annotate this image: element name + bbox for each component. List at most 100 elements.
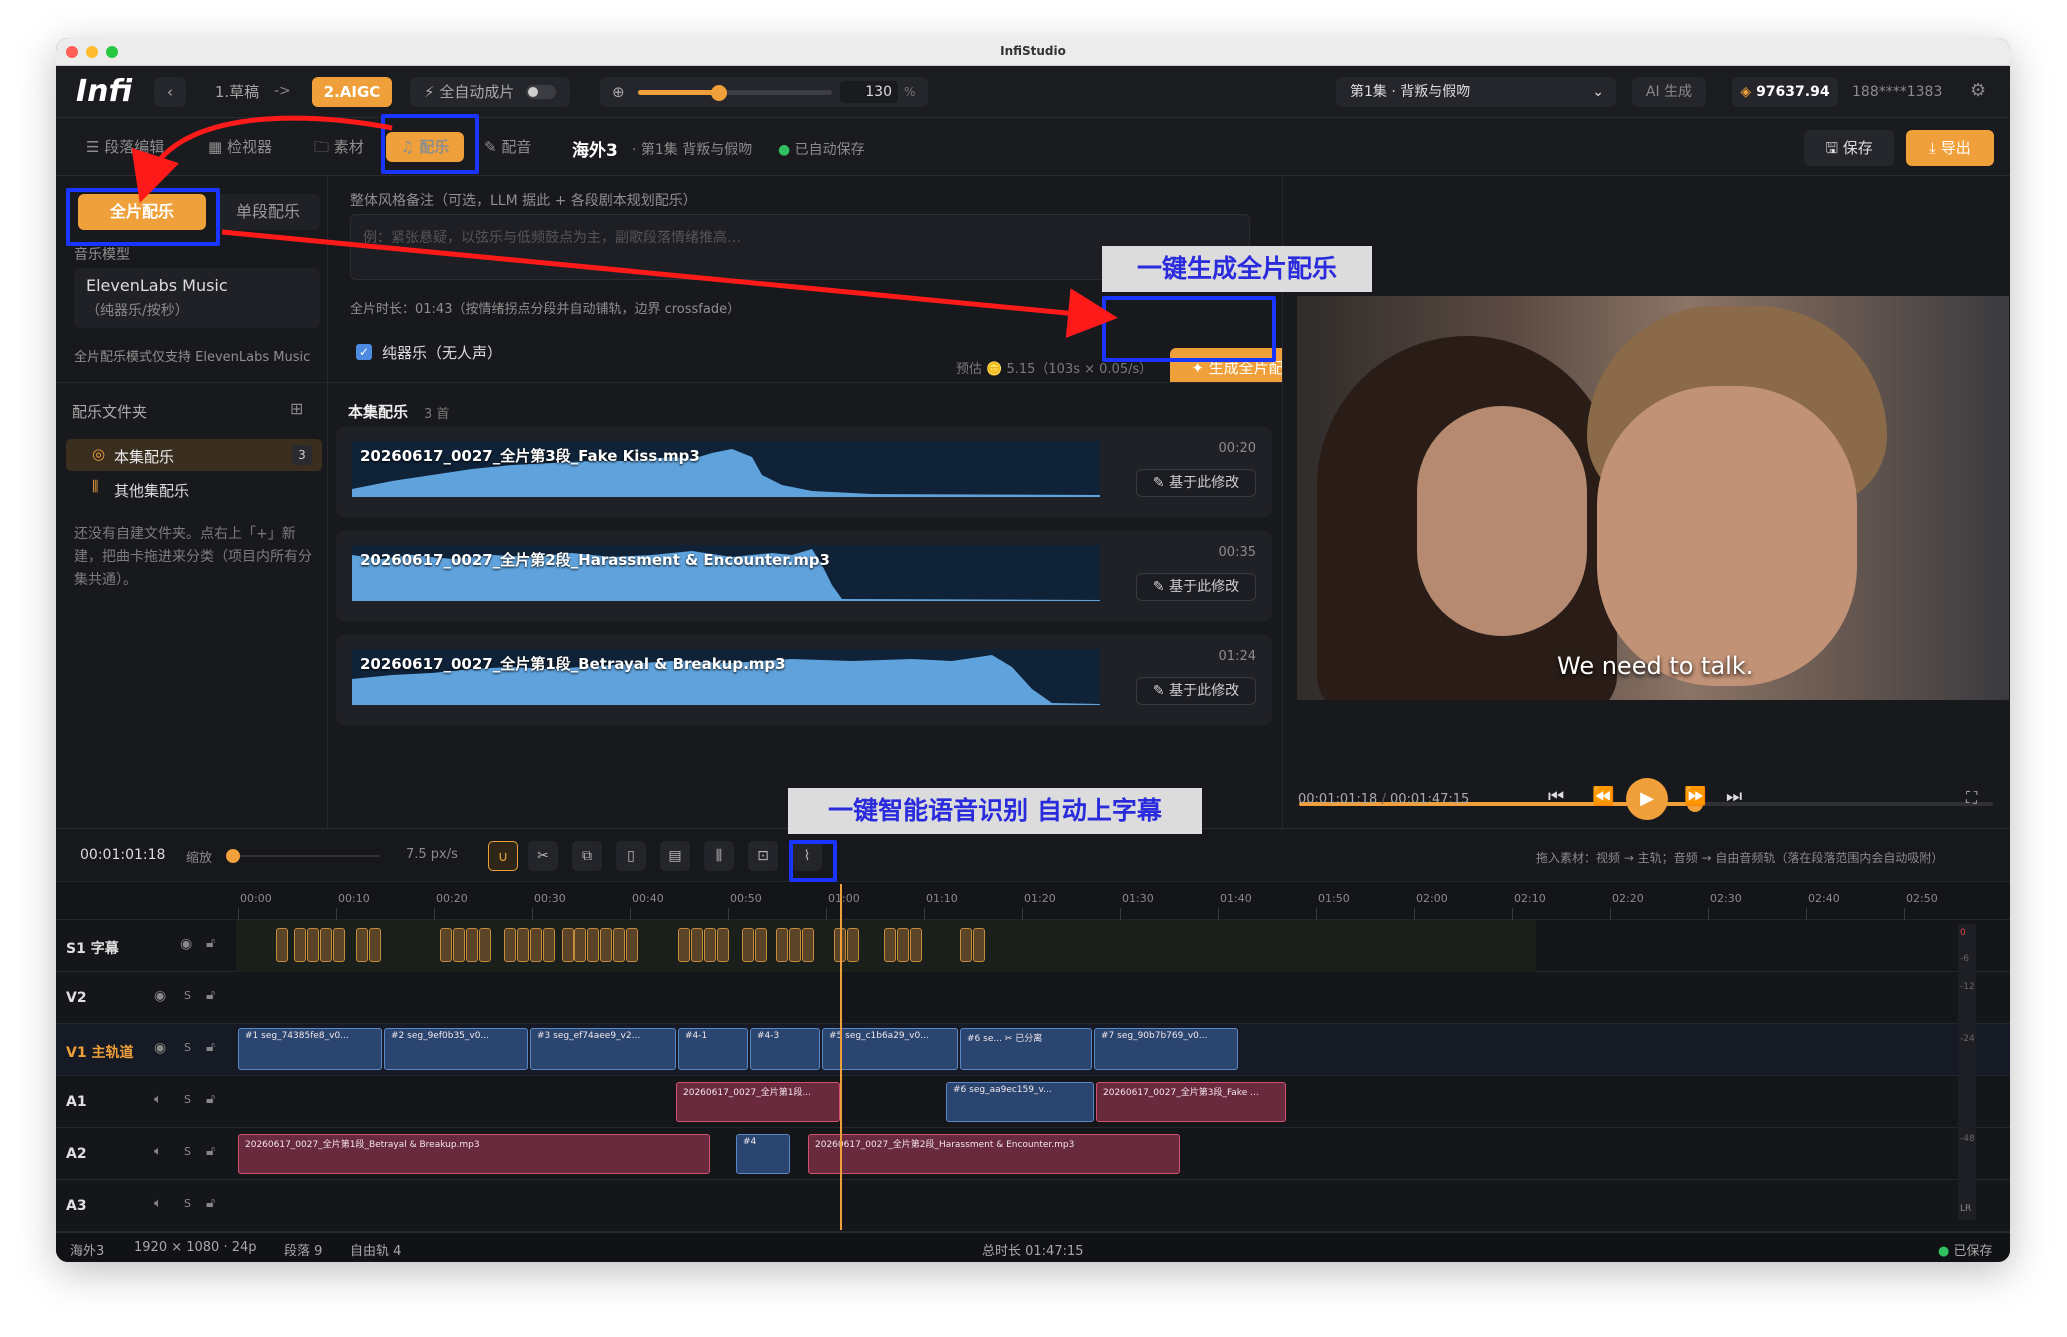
video-clip[interactable]: #6 se... ✂ 已分离: [960, 1028, 1092, 1070]
subtitle-clip[interactable]: [320, 928, 332, 962]
skip-start-icon[interactable]: ⏮: [1548, 786, 1564, 807]
rewind-icon[interactable]: ⏪: [1592, 786, 1614, 807]
ai-generate-button[interactable]: AI 生成: [1632, 77, 1706, 107]
music-track-card[interactable]: 20260617_0027_全片第3段_Fake Kiss.mp3 00:20 …: [336, 427, 1272, 517]
single-segment-music-tab[interactable]: 单段配乐: [216, 194, 320, 230]
subtitle-clip[interactable]: [479, 928, 491, 962]
speaker-icon[interactable]: 🔈︎: [154, 1092, 162, 1107]
video-clip[interactable]: #4-1: [678, 1028, 748, 1070]
instrumental-checkbox[interactable]: ✓: [356, 344, 372, 360]
text-box-icon[interactable]: ⊡: [748, 841, 778, 871]
modify-from-track-button[interactable]: ✎ 基于此修改: [1136, 677, 1256, 705]
zoom-slider-handle[interactable]: [711, 85, 728, 101]
subtitle-clip[interactable]: [600, 928, 612, 962]
solo-toggle[interactable]: S: [184, 1145, 191, 1158]
subtitle-clip[interactable]: [530, 928, 542, 962]
subtitle-clip[interactable]: [678, 928, 690, 962]
subtitle-clip[interactable]: [742, 928, 754, 962]
step-draft-tab[interactable]: 1.草稿: [202, 77, 272, 107]
lock-icon[interactable]: 🔓︎: [206, 1091, 215, 1107]
timeline-ruler[interactable]: 00:00 00:10 00:20 00:30 00:40 00:50 01:00 01:10…: [56, 882, 2010, 920]
user-id[interactable]: 188****1383: [1852, 84, 1942, 100]
subtitle-clip[interactable]: [802, 928, 814, 962]
timeline-zoom-handle[interactable]: [226, 849, 240, 863]
lock-icon[interactable]: 🔓︎: [206, 1039, 215, 1055]
settings-gear-icon[interactable]: ⚙: [1970, 80, 1986, 101]
subtitle-clip[interactable]: [704, 928, 716, 962]
folder-item-this-episode[interactable]: ◎ 本集配乐 3: [66, 439, 322, 471]
subtitle-clip[interactable]: [847, 928, 859, 962]
audio-clip[interactable]: 20260617_0027_全片第1段...: [676, 1082, 840, 1122]
video-clip[interactable]: #4-3: [750, 1028, 820, 1070]
music-track-card[interactable]: 20260617_0027_全片第1段_Betrayal & Breakup.m…: [336, 635, 1272, 725]
magnet-snap-icon[interactable]: ∪: [488, 841, 518, 871]
new-folder-icon[interactable]: ⊞: [290, 399, 303, 418]
subtitle-clip[interactable]: [276, 928, 288, 962]
audio-clip[interactable]: #4: [736, 1134, 790, 1174]
subtitle-clip[interactable]: [562, 928, 574, 962]
modify-from-track-button[interactable]: ✎ 基于此修改: [1136, 469, 1256, 497]
frame-icon[interactable]: ▯: [616, 841, 646, 871]
preview-frame-image[interactable]: We need to talk.: [1297, 296, 2009, 700]
solo-toggle[interactable]: S: [184, 1093, 191, 1106]
subtitle-clip[interactable]: [307, 928, 319, 962]
fullscreen-icon[interactable]: ⛶: [1966, 788, 1977, 808]
subtitle-clip[interactable]: [369, 928, 381, 962]
video-clip[interactable]: #2 seg_9ef0b35_v0...: [384, 1028, 528, 1070]
bar-chart-icon[interactable]: ⫼: [704, 841, 734, 871]
save-button[interactable]: 🖫 保存: [1804, 130, 1894, 166]
zoom-value-input[interactable]: 130: [840, 81, 898, 103]
subtitle-clip[interactable]: [910, 928, 922, 962]
tab-segment-edit[interactable]: ☰ 段落编辑: [86, 132, 164, 162]
audio-clip[interactable]: 20260617_0027_全片第1段_Betrayal & Breakup.m…: [238, 1134, 710, 1174]
folder-item-other-episodes[interactable]: ⫼ 其他集配乐: [66, 473, 322, 505]
speaker-icon[interactable]: 🔈︎: [154, 1196, 162, 1211]
subtitle-clip[interactable]: [504, 928, 516, 962]
music-track-card[interactable]: 20260617_0027_全片第2段_Harassment & Encount…: [336, 531, 1272, 621]
subtitle-clip[interactable]: [789, 928, 801, 962]
subtitle-clip[interactable]: [453, 928, 465, 962]
subtitle-clip[interactable]: [884, 928, 896, 962]
skip-end-icon[interactable]: ⏭: [1726, 786, 1742, 807]
subtitle-clip[interactable]: [691, 928, 703, 962]
subtitle-clip[interactable]: [440, 928, 452, 962]
audio-clip[interactable]: 20260617_0027_全片第2段_Harassment & Encount…: [808, 1134, 1180, 1174]
tab-inspector[interactable]: ▦ 检视器: [208, 132, 272, 162]
tab-assets[interactable]: 🗀 素材: [314, 132, 364, 162]
export-button[interactable]: ⤓ 导出: [1906, 130, 1994, 166]
subtitle-clip[interactable]: [755, 928, 767, 962]
video-clip[interactable]: #1 seg_74385fe8_v0...: [238, 1028, 382, 1070]
subtitle-block-icon[interactable]: ▤: [660, 841, 690, 871]
fast-forward-icon[interactable]: ⏩: [1684, 786, 1706, 807]
video-clip[interactable]: #5 seg_c1b6a29_v0...: [822, 1028, 958, 1070]
video-clip[interactable]: #3 seg_ef74aee9_v2...: [530, 1028, 676, 1070]
solo-toggle[interactable]: S: [184, 989, 191, 1002]
music-model-card[interactable]: ElevenLabs Music （纯器乐/按秒）: [74, 268, 320, 328]
subtitle-clip[interactable]: [517, 928, 529, 962]
step-aigc-tab[interactable]: 2.AIGC: [312, 77, 392, 107]
subtitle-clip[interactable]: [574, 928, 586, 962]
timeline-zoom-slider[interactable]: [226, 849, 380, 863]
eye-icon[interactable]: ◉: [154, 1040, 166, 1056]
lock-icon[interactable]: 🔓︎: [206, 935, 215, 951]
modify-from-track-button[interactable]: ✎ 基于此修改: [1136, 573, 1256, 601]
lock-icon[interactable]: 🔓︎: [206, 1143, 215, 1159]
credits-badge[interactable]: ◈ 97637.94: [1732, 77, 1838, 107]
scissors-icon[interactable]: ✂: [528, 841, 558, 871]
lock-icon[interactable]: 🔓︎: [206, 1195, 215, 1211]
subtitle-clip[interactable]: [960, 928, 972, 962]
timeline-playhead[interactable]: [840, 884, 842, 1230]
subtitle-clip[interactable]: [776, 928, 788, 962]
video-clip[interactable]: #7 seg_90b7b769_v0...: [1094, 1028, 1238, 1070]
subtitle-clip[interactable]: [626, 928, 638, 962]
eye-icon[interactable]: ◉: [180, 936, 192, 952]
subtitle-clip[interactable]: [294, 928, 306, 962]
subtitle-clip[interactable]: [613, 928, 625, 962]
solo-toggle[interactable]: S: [184, 1041, 191, 1054]
split-icon[interactable]: ⧉: [572, 841, 602, 871]
auto-film-toggle[interactable]: ⚡ 全自动成片: [410, 77, 570, 107]
lock-icon[interactable]: 🔓︎: [206, 987, 215, 1003]
solo-toggle[interactable]: S: [184, 1197, 191, 1210]
audio-clip[interactable]: 20260617_0027_全片第3段_Fake ...: [1096, 1082, 1286, 1122]
tab-voiceover[interactable]: ✎ 配音: [484, 132, 531, 162]
